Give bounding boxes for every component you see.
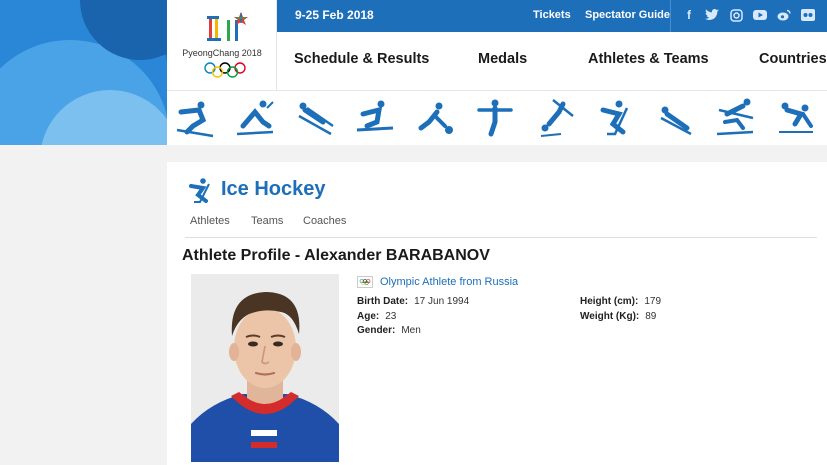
nav-medals[interactable]: Medals <box>478 51 527 67</box>
nav-countries[interactable]: Countries <box>759 51 827 67</box>
ice-hockey-icon <box>189 178 210 203</box>
nav-athletes-teams[interactable]: Athletes & Teams <box>588 51 709 67</box>
flickr-icon[interactable] <box>801 8 815 22</box>
figure-skating-icon[interactable] <box>473 96 517 140</box>
luge-icon[interactable] <box>653 96 697 140</box>
ice-hockey-icon[interactable] <box>593 96 637 140</box>
birth-date-field: Birth Date: 17 Jun 1994 <box>357 296 470 307</box>
tab-athletes[interactable]: Athletes <box>190 215 230 227</box>
pyeongchang-emblem-icon <box>207 12 248 41</box>
youtube-icon[interactable] <box>753 8 767 22</box>
weibo-icon[interactable] <box>777 8 791 22</box>
freestyle-icon[interactable] <box>533 96 577 140</box>
twitter-icon[interactable] <box>705 8 719 22</box>
logo-text: PyeongChang 2018 <box>182 48 262 58</box>
sports-pictogram-bar <box>167 90 827 145</box>
curling-icon[interactable] <box>413 96 457 140</box>
cross-country-icon[interactable] <box>233 96 277 140</box>
noc-link[interactable]: Olympic Athlete from Russia <box>357 274 518 290</box>
nav-schedule-results[interactable]: Schedule & Results <box>294 51 429 67</box>
content-panel: Ice Hockey Athletes Teams Coaches Athlet… <box>167 162 827 465</box>
main-nav: Schedule & Results Medals Athletes & Tea… <box>277 32 827 90</box>
tabs-divider <box>185 237 817 238</box>
athlete-photo <box>191 274 339 462</box>
spectator-guide-link[interactable]: Spectator Guide <box>585 9 670 21</box>
short-track-icon[interactable] <box>773 96 817 140</box>
site-logo[interactable]: PyeongChang 2018 <box>167 0 277 90</box>
height-field: Height (cm): 179 <box>580 296 662 307</box>
olympic-rings-icon <box>204 62 246 78</box>
tab-coaches[interactable]: Coaches <box>303 215 346 227</box>
main-column: PyeongChang 2018 9-25 Feb 2018 Tickets S… <box>167 0 827 465</box>
weight-field: Weight (Kg): 89 <box>580 311 657 322</box>
top-bar: 9-25 Feb 2018 Tickets Spectator Guide f <box>277 0 827 32</box>
page-title: Athlete Profile - Alexander BARABANOV <box>182 247 490 264</box>
facebook-icon[interactable]: f <box>682 8 696 22</box>
nordic-combined-icon[interactable] <box>713 96 757 140</box>
olympic-flag-icon <box>357 276 373 288</box>
age-field: Age: 23 <box>357 311 397 322</box>
gender-field: Gender: Men <box>357 325 421 336</box>
topbar-divider <box>670 0 671 32</box>
instagram-icon[interactable] <box>729 8 743 22</box>
snowboard-icon[interactable] <box>353 96 397 140</box>
ski-jumping-icon[interactable] <box>293 96 337 140</box>
header-decoration <box>0 0 167 145</box>
tab-teams[interactable]: Teams <box>251 215 283 227</box>
sport-title: Ice Hockey <box>221 178 326 200</box>
tickets-link[interactable]: Tickets <box>533 9 571 21</box>
games-dates: 9-25 Feb 2018 <box>295 8 374 22</box>
alpine-skiing-icon[interactable] <box>173 96 217 140</box>
noc-name: Olympic Athlete from Russia <box>380 276 519 288</box>
